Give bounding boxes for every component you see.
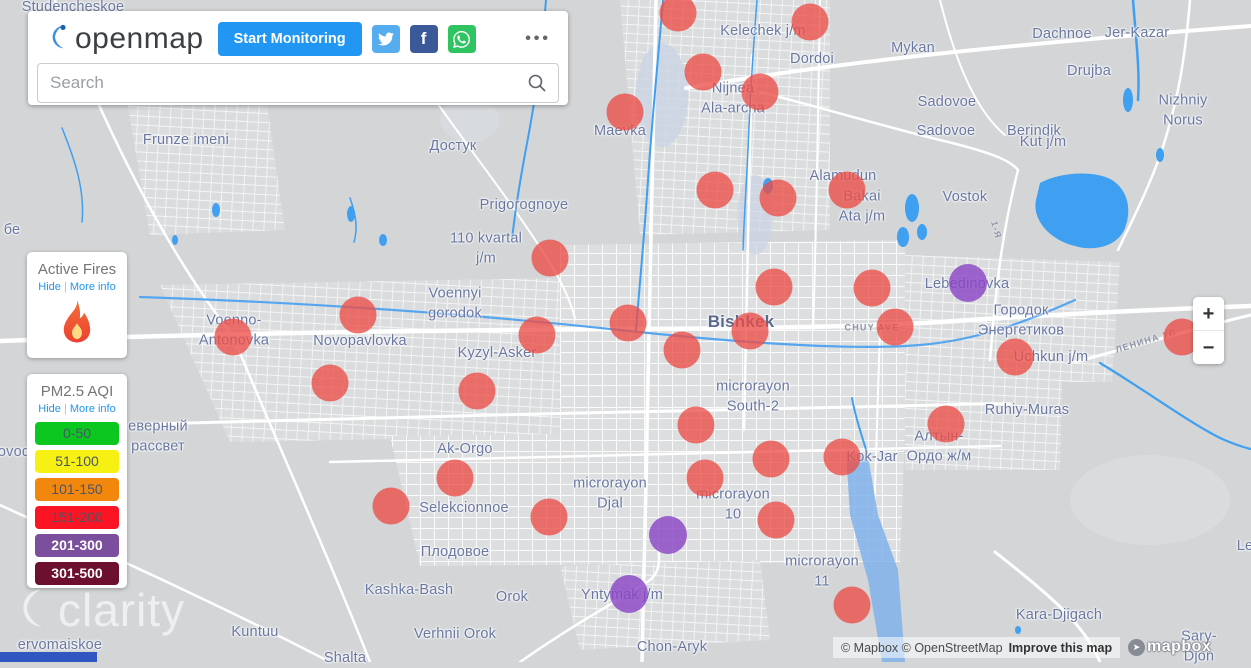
zoom-in-button[interactable]: + (1193, 297, 1224, 330)
aqi-scale-pill-0-50: 0-50 (35, 422, 119, 445)
mapbox-logo-icon: ➤ (1128, 639, 1145, 656)
aqi-marker-151-200[interactable] (928, 406, 965, 443)
zoom-out-button[interactable]: − (1193, 331, 1224, 364)
fire-icon (27, 299, 127, 348)
aqi-marker-151-200[interactable] (531, 499, 568, 536)
aqi-scale-pill-201-300: 201-300 (35, 534, 119, 557)
more-menu-button[interactable]: ••• (525, 30, 551, 48)
aqi-scale-pill-51-100: 51-100 (35, 450, 119, 473)
facebook-icon[interactable]: f (410, 25, 438, 53)
start-monitoring-button[interactable]: Start Monitoring (218, 22, 362, 56)
aqi-scale-pill-301-500: 301-500 (35, 562, 119, 585)
aqi-marker-151-200[interactable] (687, 460, 724, 497)
whatsapp-icon[interactable] (448, 25, 476, 53)
aqi-marker-151-200[interactable] (459, 373, 496, 410)
aqi-marker-151-200[interactable] (532, 240, 569, 277)
aqi-marker-151-200[interactable] (742, 74, 779, 111)
aqi-marker-151-200[interactable] (697, 172, 734, 209)
map-zoom-control: + − (1193, 297, 1224, 364)
fires-panel-title: Active Fires (27, 261, 127, 278)
search-icon[interactable] (527, 73, 547, 98)
fires-more-info-link[interactable]: More info (70, 281, 116, 293)
aqi-marker-151-200[interactable] (215, 319, 252, 356)
improve-map-link[interactable]: Improve this map (1009, 641, 1113, 655)
aqi-scale-pill-151-200: 151-200 (35, 506, 119, 529)
aqi-marker-151-200[interactable] (685, 54, 722, 91)
aqi-marker-151-200[interactable] (340, 297, 377, 334)
aqi-marker-151-200[interactable] (664, 332, 701, 369)
mapbox-copyright[interactable]: © Mapbox (841, 641, 898, 655)
aqi-marker-201-300[interactable] (649, 516, 687, 554)
logo-text: openmap (75, 22, 204, 56)
aqi-marker-151-200[interactable] (824, 439, 861, 476)
aqi-marker-151-200[interactable] (437, 460, 474, 497)
aqi-marker-151-200[interactable] (753, 441, 790, 478)
aqi-marker-151-200[interactable] (854, 270, 891, 307)
aqi-marker-151-200[interactable] (607, 94, 644, 131)
aqi-marker-151-200[interactable] (760, 180, 797, 217)
aqi-marker-201-300[interactable] (949, 264, 987, 302)
aqi-links-separator: | (64, 403, 67, 415)
mapbox-logo[interactable]: ➤ mapbox (1128, 638, 1211, 656)
aqi-marker-151-200[interactable] (732, 313, 769, 350)
map-attribution: © Mapbox © OpenStreetMap Improve this ma… (833, 637, 1120, 658)
aqi-marker-151-200[interactable] (678, 407, 715, 444)
aqi-marker-151-200[interactable] (997, 339, 1034, 376)
active-fires-panel: Active Fires Hide | More info (27, 252, 127, 358)
aqi-marker-151-200[interactable] (834, 587, 871, 624)
osm-copyright[interactable]: © OpenStreetMap (902, 641, 1003, 655)
aqi-more-info-link[interactable]: More info (70, 403, 116, 415)
aqi-marker-151-200[interactable] (312, 365, 349, 402)
search-input[interactable] (37, 63, 559, 103)
pm25-aqi-panel: PM2.5 AQI Hide | More info 0-50 51-100 101… (27, 374, 127, 588)
aqi-marker-151-200[interactable] (792, 4, 829, 41)
aqi-marker-151-200[interactable] (373, 488, 410, 525)
aqi-panel-title: PM2.5 AQI (27, 383, 127, 400)
aqi-marker-151-200[interactable] (610, 305, 647, 342)
mapbox-logo-word: mapbox (1147, 638, 1211, 656)
aqi-marker-151-200[interactable] (877, 309, 914, 346)
aqi-color-scale: 0-50 51-100 101-150 151-200 201-300 301-500 (27, 422, 127, 585)
openmap-logo[interactable]: openmap (47, 21, 204, 58)
openmap-app: { "header": { "logo_text": "openmap", "s… (0, 0, 1251, 662)
aqi-marker-201-300[interactable] (610, 575, 648, 613)
header-card: openmap Start Monitoring f ••• (28, 11, 568, 105)
aqi-scale-pill-101-150: 101-150 (35, 478, 119, 501)
aqi-marker-151-200[interactable] (756, 269, 793, 306)
aqi-marker-151-200[interactable] (829, 172, 866, 209)
fires-hide-link[interactable]: Hide (38, 281, 61, 293)
twitter-icon[interactable] (372, 25, 400, 53)
aqi-marker-151-200[interactable] (758, 502, 795, 539)
aqi-hide-link[interactable]: Hide (38, 403, 61, 415)
aqi-marker-151-200[interactable] (519, 317, 556, 354)
openmap-crescent-icon (47, 21, 71, 58)
fires-links-separator: | (64, 281, 67, 293)
